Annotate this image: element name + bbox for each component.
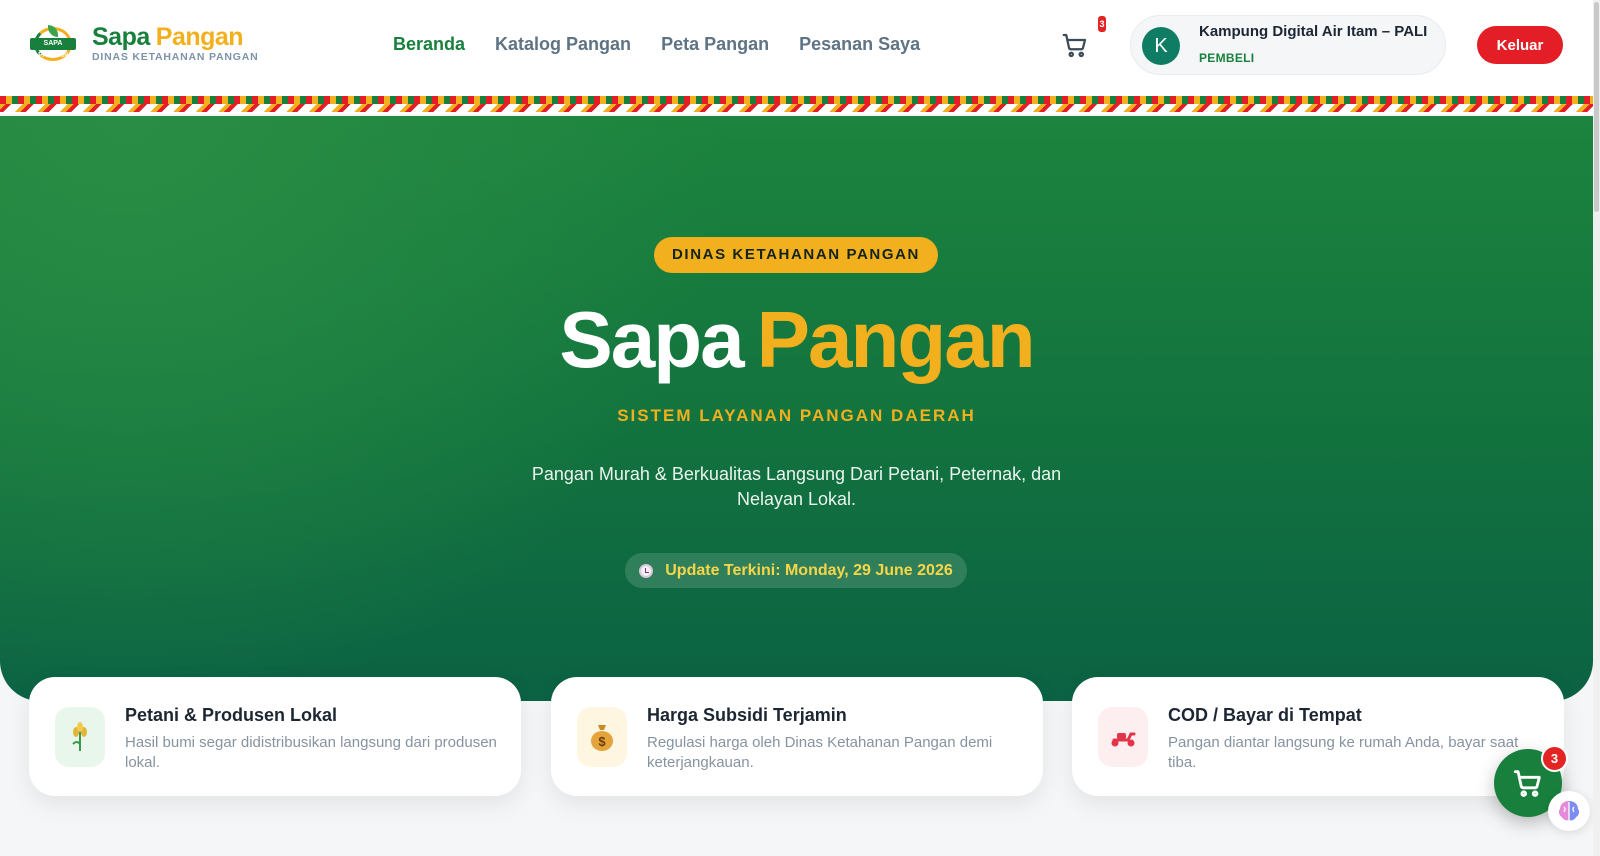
- brand-logo[interactable]: SAPA PANGAN Sapa Pangan DINAS KETAHANAN P…: [30, 24, 259, 63]
- hero-banner: DINAS KETAHANAN PANGAN Sapa Pangan SISTEM…: [0, 116, 1593, 701]
- user-role: PEMBELI: [1199, 51, 1255, 65]
- cart-count-badge: 3: [1098, 16, 1106, 32]
- top-navbar: SAPA PANGAN Sapa Pangan DINAS KETAHANAN P…: [0, 0, 1600, 92]
- page-scrollbar[interactable]: [1593, 0, 1600, 856]
- brain-icon: [1558, 801, 1580, 821]
- svg-text:$: $: [598, 734, 606, 749]
- cart-icon: [1513, 770, 1541, 797]
- update-status-pill: Update Terkini: Monday, 29 June 2026: [625, 553, 967, 588]
- hero-title: Sapa Pangan: [559, 295, 1035, 384]
- ai-assistant-button[interactable]: [1548, 791, 1590, 831]
- decorative-band-strip: [0, 96, 1600, 104]
- logout-button[interactable]: Keluar: [1477, 26, 1563, 64]
- logo-emblem-icon: SAPA PANGAN: [30, 24, 76, 63]
- clock-icon: [639, 563, 654, 578]
- user-name: Kampung Digital Air Itam – PALI: [1199, 23, 1428, 40]
- feature-description: Regulasi harga oleh Dinas Ketahanan Pang…: [647, 734, 993, 771]
- nav-item-beranda[interactable]: Beranda: [393, 34, 465, 55]
- feature-description: Hasil bumi segar didistribusikan langsun…: [125, 734, 497, 771]
- main-nav: Beranda Katalog Pangan Peta Pangan Pesan…: [393, 34, 920, 55]
- brand-title: Sapa Pangan: [92, 23, 244, 51]
- nav-item-katalog-pangan[interactable]: Katalog Pangan: [495, 34, 631, 55]
- hero-description: Pangan Murah & Berkualitas Langsung Dari…: [531, 464, 1062, 509]
- brand-subtitle: DINAS KETAHANAN PANGAN: [92, 51, 259, 63]
- feature-title: Petani & Produsen Lokal: [125, 705, 338, 725]
- nav-item-pesanan-saya[interactable]: Pesanan Saya: [799, 34, 920, 55]
- hero-badge: DINAS KETAHANAN PANGAN: [654, 237, 938, 273]
- feature-card-local-producers: Petani & Produsen Lokal Hasil bumi segar…: [29, 677, 521, 796]
- wheat-icon: [55, 707, 105, 767]
- feature-title: COD / Bayar di Tempat: [1168, 705, 1362, 725]
- avatar: K: [1142, 27, 1180, 65]
- scooter-icon: [1098, 707, 1148, 767]
- scrollbar-thumb[interactable]: [1594, 2, 1599, 212]
- nav-item-peta-pangan[interactable]: Peta Pangan: [661, 34, 769, 55]
- floating-cart-count-badge: 3: [1541, 745, 1568, 772]
- user-profile-pill[interactable]: K Kampung Digital Air Itam – PALI PEMBEL…: [1130, 15, 1446, 75]
- hero-subtitle: SISTEM LAYANAN PANGAN DAERAH: [617, 406, 976, 425]
- feature-card-cod: COD / Bayar di Tempat Pangan diantar lan…: [1072, 677, 1564, 796]
- update-text: Update Terkini: Monday, 29 June 2026: [665, 561, 953, 579]
- feature-card-subsidy: $ Harga Subsidi Terjamin Regulasi harga …: [551, 677, 1043, 796]
- decorative-band-pattern: [0, 104, 1600, 112]
- money-bag-icon: $: [577, 707, 627, 767]
- feature-description: Pangan diantar langsung ke rumah Anda, b…: [1168, 734, 1519, 771]
- cart-icon[interactable]: [1060, 30, 1090, 60]
- feature-title: Harga Subsidi Terjamin: [647, 705, 847, 725]
